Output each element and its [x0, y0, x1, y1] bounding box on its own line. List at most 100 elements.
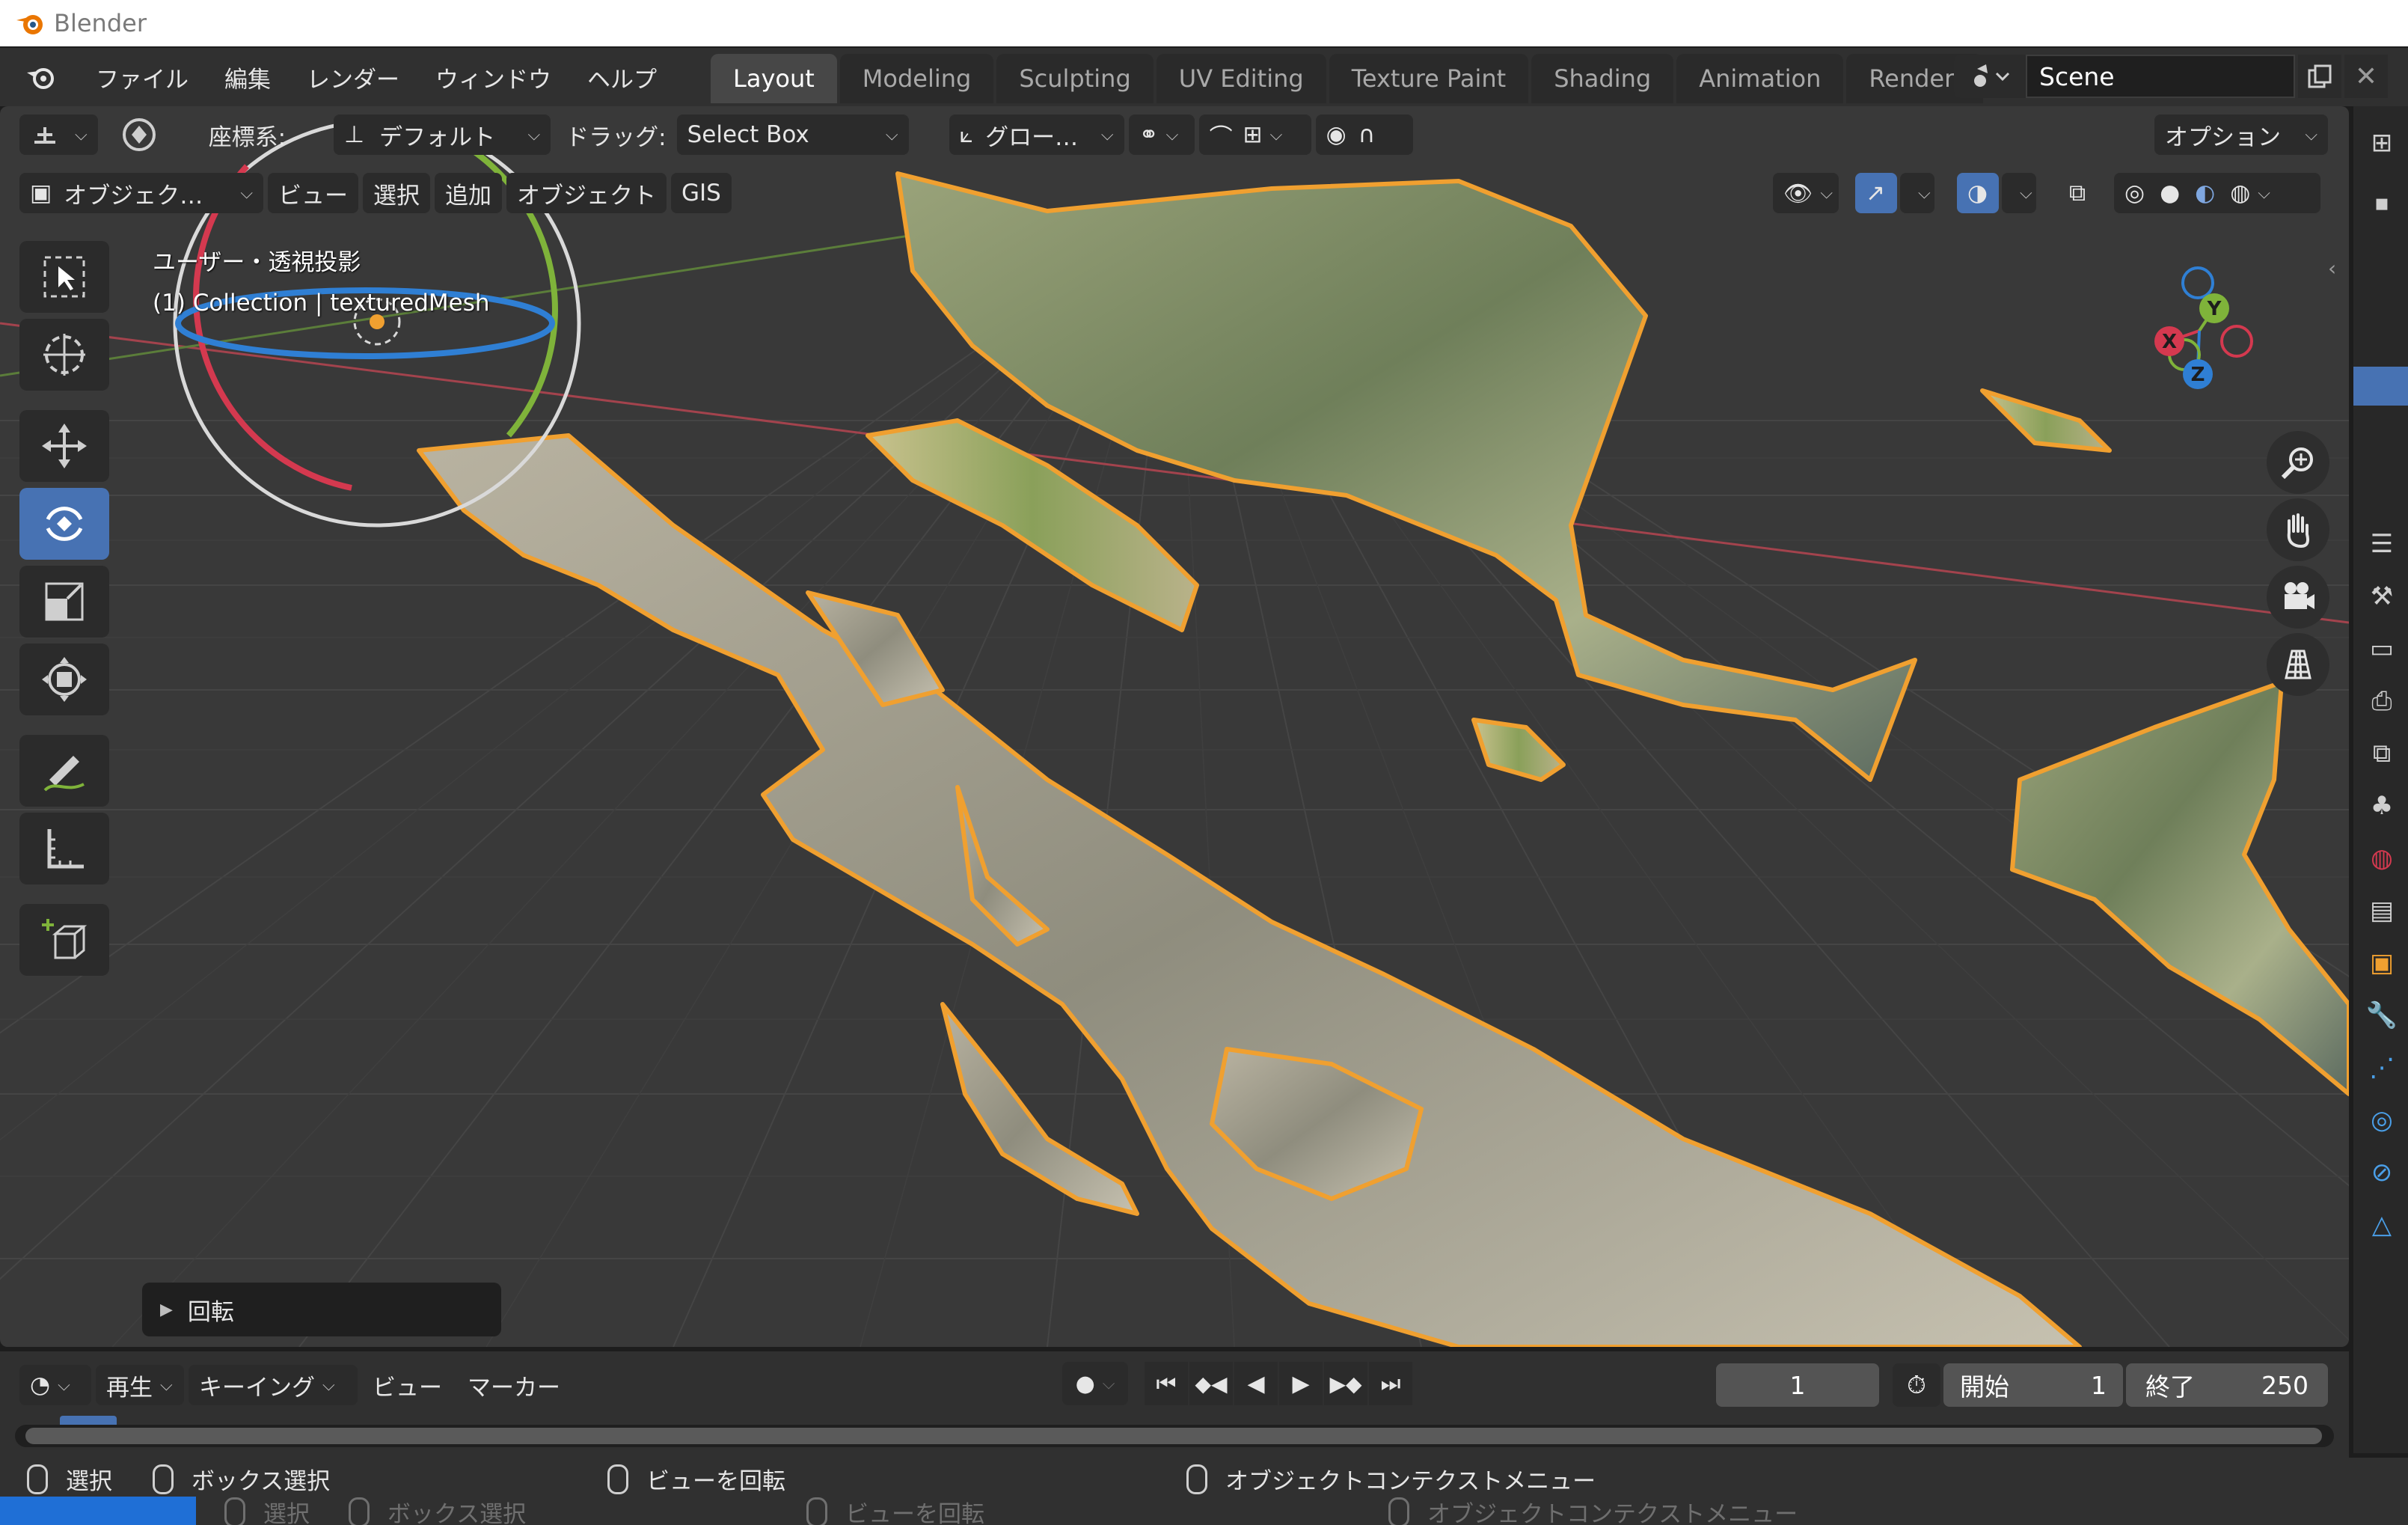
- add-cube-tool[interactable]: [19, 904, 109, 976]
- auto-keying-button[interactable]: ● ⌵: [1062, 1362, 1128, 1405]
- menu-edit[interactable]: 編集: [206, 55, 289, 100]
- next-keyframe-button[interactable]: ▶◆: [1324, 1362, 1367, 1405]
- outliner-selected-row[interactable]: [2353, 367, 2408, 406]
- modifier-properties-icon[interactable]: 🔧: [2358, 989, 2406, 1042]
- outliner-item-icon[interactable]: ▪: [2358, 177, 2406, 229]
- start-frame-field[interactable]: 開始 1: [1943, 1363, 2123, 1407]
- material-shading-icon[interactable]: ◐: [2195, 180, 2215, 207]
- pivot-mode-button[interactable]: ⚭ ⌵: [1128, 114, 1195, 155]
- marker-menu[interactable]: マーカー: [457, 1365, 571, 1405]
- blender-menu-icon[interactable]: [18, 55, 63, 100]
- gizmo-toggle[interactable]: ↗: [1855, 173, 1897, 213]
- select-box-icon: [43, 256, 85, 298]
- playback-menu[interactable]: 再生 ⌵: [96, 1365, 184, 1405]
- editor-type-button[interactable]: ◔ ⌵: [19, 1365, 91, 1405]
- tab-sculpting[interactable]: Sculpting: [996, 54, 1154, 103]
- drag-mode-dropdown[interactable]: Select Box ⌵: [676, 114, 909, 155]
- wireframe-shading-icon[interactable]: ◎: [2124, 180, 2145, 207]
- tab-animation[interactable]: Animation: [1676, 54, 1844, 103]
- render-properties-icon[interactable]: ▭: [2358, 623, 2406, 675]
- start-value: 1: [2091, 1370, 2107, 1400]
- timeline-scroll-thumb[interactable]: [25, 1428, 2322, 1444]
- keying-menu[interactable]: キーイング ⌵: [189, 1365, 358, 1405]
- scene-name-field[interactable]: Scene: [2026, 55, 2295, 98]
- menu-select[interactable]: 選択: [363, 173, 430, 213]
- sidebar-toggle-icon[interactable]: ‹: [2328, 256, 2336, 281]
- data-properties-icon[interactable]: △: [2358, 1199, 2406, 1251]
- menu-add[interactable]: 追加: [435, 173, 502, 213]
- constraints-properties-icon[interactable]: ⊘: [2358, 1146, 2406, 1199]
- 3d-viewport[interactable]: ⌵ 座標系: ⊥ デフォルト ⌵ ドラッグ: Select Box ⌵ ⟀ グロ…: [0, 106, 2349, 1347]
- collection-properties-icon[interactable]: ▤: [2358, 884, 2406, 937]
- tab-uv-editing[interactable]: UV Editing: [1156, 54, 1326, 103]
- transform-orientation-button[interactable]: ⌵: [19, 114, 98, 155]
- overlay-dropdown[interactable]: ⌵: [2002, 173, 2036, 213]
- scene-properties-icon[interactable]: ♣: [2358, 780, 2406, 832]
- world-properties-icon[interactable]: ◍: [2358, 832, 2406, 884]
- tool-settings-icon[interactable]: ☰: [2358, 518, 2406, 570]
- outliner-icon[interactable]: ⊞: [2358, 117, 2406, 169]
- pivot-point-dropdown[interactable]: ⟀ グロー… ⌵: [949, 114, 1124, 155]
- gizmo-dropdown[interactable]: ⌵: [1900, 173, 1934, 213]
- proportional-edit-button[interactable]: ◉ ∩: [1315, 114, 1413, 155]
- tab-shading[interactable]: Shading: [1531, 54, 1674, 103]
- scale-tool[interactable]: [19, 566, 109, 638]
- prev-keyframe-button[interactable]: ◆◀: [1189, 1362, 1233, 1405]
- rotate-tool[interactable]: [19, 488, 109, 560]
- snap-pivot-button[interactable]: [102, 114, 176, 155]
- play-reverse-button[interactable]: ◀: [1234, 1362, 1278, 1405]
- menu-file[interactable]: ファイル: [78, 55, 206, 100]
- snap-grid-icon: ⊞: [1243, 121, 1263, 148]
- tool-icon[interactable]: ⚒: [2358, 570, 2406, 623]
- mode-dropdown[interactable]: ▣ オブジェク… ⌵: [19, 173, 263, 213]
- scene-browse-button[interactable]: [1954, 55, 2026, 98]
- play-button[interactable]: ▶: [1279, 1362, 1323, 1405]
- global-icon: ⟀: [959, 120, 974, 148]
- options-dropdown[interactable]: オプション ⌵: [2154, 114, 2328, 155]
- current-frame-field[interactable]: 1: [1716, 1363, 1879, 1407]
- particles-properties-icon[interactable]: ⋰: [2358, 1042, 2406, 1094]
- menu-window[interactable]: ウィンドウ: [417, 55, 569, 100]
- scene-copy-button[interactable]: [2298, 55, 2341, 98]
- move-tool[interactable]: [19, 410, 109, 482]
- scene-close-button[interactable]: ✕: [2344, 55, 2388, 98]
- tab-modeling[interactable]: Modeling: [839, 54, 994, 103]
- end-frame-field[interactable]: 終了 250: [2126, 1363, 2328, 1407]
- xray-toggle[interactable]: ⧉: [2059, 173, 2101, 213]
- select-box-tool[interactable]: [19, 241, 109, 313]
- camera-view-button[interactable]: [2267, 566, 2329, 629]
- measure-tool[interactable]: [19, 813, 109, 884]
- menu-object[interactable]: オブジェクト: [506, 173, 667, 213]
- pan-button[interactable]: [2267, 498, 2329, 561]
- object-properties-icon[interactable]: ▣: [2358, 937, 2406, 989]
- cursor-tool[interactable]: [19, 319, 109, 391]
- snap-button[interactable]: ⌒ ⊞ ⌵: [1198, 114, 1311, 155]
- playhead-marker[interactable]: [60, 1416, 117, 1425]
- annotate-tool[interactable]: [19, 735, 109, 807]
- menu-help[interactable]: ヘルプ: [569, 55, 675, 100]
- transform-tool[interactable]: [19, 644, 109, 715]
- overlay-toggle[interactable]: ◑: [1957, 173, 1999, 213]
- menu-render[interactable]: レンダー: [289, 55, 417, 100]
- solid-shading-icon[interactable]: ●: [2160, 180, 2180, 207]
- physics-properties-icon[interactable]: ◎: [2358, 1094, 2406, 1146]
- jump-end-button[interactable]: ⏭: [1369, 1362, 1412, 1405]
- jump-start-button[interactable]: ⏮: [1145, 1362, 1188, 1405]
- rendered-shading-icon[interactable]: ◍: [2230, 180, 2250, 207]
- timeline-scrollbar[interactable]: [15, 1425, 2334, 1447]
- tab-texture-paint[interactable]: Texture Paint: [1329, 54, 1529, 103]
- coord-system-dropdown[interactable]: ⊥ デフォルト ⌵: [334, 114, 551, 155]
- ortho-toggle-button[interactable]: [2267, 633, 2329, 696]
- last-operator-panel[interactable]: ▶ 回転: [142, 1283, 501, 1336]
- chevron-down-icon[interactable]: ⌵: [2258, 184, 2270, 203]
- preview-range-toggle[interactable]: ⏱: [1893, 1363, 1940, 1407]
- view-layer-icon[interactable]: ⧉: [2358, 727, 2406, 780]
- navigation-gizmo[interactable]: X Y Z: [2124, 248, 2274, 413]
- menu-gis[interactable]: GIS: [671, 173, 732, 213]
- timeline-view-menu[interactable]: ビュー: [362, 1365, 453, 1405]
- tab-layout[interactable]: Layout: [711, 54, 837, 103]
- zoom-button[interactable]: [2267, 431, 2329, 494]
- visibility-button[interactable]: 👁 ⌵: [1773, 173, 1839, 213]
- output-properties-icon[interactable]: ⎙: [2358, 675, 2406, 727]
- menu-view[interactable]: ビュー: [268, 173, 358, 213]
